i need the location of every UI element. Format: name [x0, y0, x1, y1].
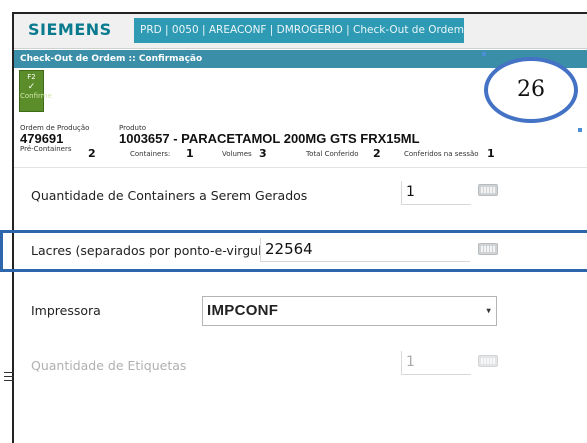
keyboard-icon[interactable] — [478, 184, 498, 196]
qtd-etiquetas-field[interactable]: 1 — [401, 351, 471, 375]
chevron-down-icon[interactable]: ▾ — [487, 297, 491, 325]
qtd-containers-label: Quantidade de Containers a Serem Gerados — [31, 188, 308, 203]
produto-value: 1003657 - PARACETAMOL 200MG GTS FRX15ML — [119, 131, 420, 146]
confirm-button[interactable]: F2 ✓ Confirme — [19, 70, 52, 112]
check-icon: ✓ — [27, 82, 36, 92]
total-label: Total Conferido — [306, 150, 359, 158]
keyboard-icon[interactable] — [478, 243, 498, 255]
impressora-selected-value: IMPCONF — [207, 302, 279, 319]
context-breadcrumb: PRD | 0050 | AREACONF | DMROGERIO | Chec… — [134, 18, 464, 43]
containers-value: 1 — [186, 147, 194, 160]
qtd-etiquetas-label: Quantidade de Etiquetas — [31, 358, 187, 373]
volumes-value: 3 — [259, 147, 267, 160]
menu-icon[interactable] — [4, 372, 14, 384]
confirm-shortcut-key: F2 — [27, 73, 36, 81]
volumes-label: Volumes — [222, 150, 252, 158]
sessao-value: 1 — [487, 147, 495, 160]
pre-containers-value: 2 — [88, 147, 96, 160]
annotation-dot — [482, 52, 486, 56]
annotation-dot — [578, 128, 582, 132]
keyboard-icon[interactable] — [478, 355, 498, 367]
annotation-callout: 26 — [484, 57, 578, 123]
ordem-value: 479691 — [20, 131, 64, 146]
impressora-select[interactable]: IMPCONF ▾ — [202, 296, 497, 326]
pre-containers-label: Pré-Containers — [20, 145, 72, 153]
lacres-field[interactable]: 22564 — [260, 238, 470, 262]
total-value: 2 — [373, 147, 381, 160]
impressora-label: Impressora — [31, 303, 101, 318]
confirm-label: Confirme — [20, 92, 52, 100]
containers-label: Containers: — [130, 150, 171, 158]
divider — [14, 167, 587, 168]
siemens-logo: SIEMENS — [28, 20, 112, 39]
qtd-containers-field[interactable]: 1 — [401, 181, 471, 205]
lacres-label: Lacres (separados por ponto-e-virgula) — [31, 243, 275, 258]
sessao-label: Conferidos na sessão — [404, 150, 479, 158]
